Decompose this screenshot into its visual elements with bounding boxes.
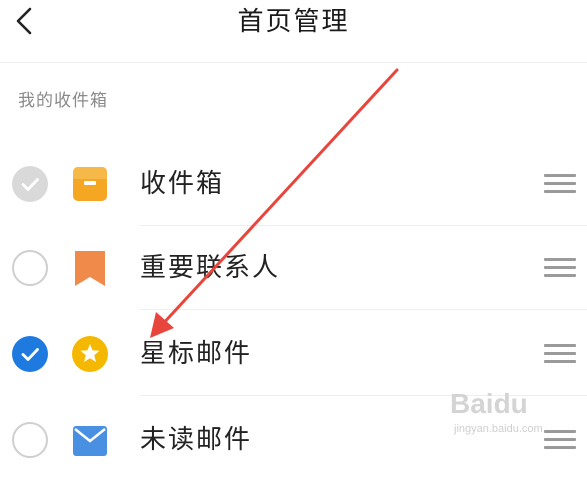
row-label: 未读邮件: [140, 425, 253, 455]
header-bar: 首页管理: [0, 0, 587, 56]
handle-line: [544, 352, 576, 355]
row-label: 收件箱: [140, 169, 225, 199]
checkbox-inbox[interactable]: [12, 166, 48, 202]
list-item-important-contacts: 重要联系人: [0, 226, 587, 310]
handle-line: [544, 182, 576, 185]
list-item-unread-mail: 未读邮件: [0, 398, 587, 482]
drag-handle[interactable]: [544, 172, 576, 196]
section-label: 我的收件箱: [18, 91, 108, 111]
star-circle-icon: [72, 336, 108, 372]
handle-line: [544, 266, 576, 269]
handle-line: [544, 258, 576, 261]
handle-line: [544, 344, 576, 347]
checkbox-important-contacts[interactable]: [12, 250, 48, 286]
handle-line: [544, 174, 576, 177]
handle-line: [544, 430, 576, 433]
handle-line: [544, 190, 576, 193]
page-title: 首页管理: [237, 7, 350, 37]
drag-handle[interactable]: [544, 256, 576, 280]
list-item-starred-mail: 星标邮件: [0, 312, 587, 396]
drag-handle[interactable]: [544, 342, 576, 366]
handle-line: [544, 446, 576, 449]
checkmark-icon: [21, 348, 39, 361]
handle-line: [544, 438, 576, 441]
bookmark-icon: [75, 251, 105, 286]
row-label: 星标邮件: [140, 339, 253, 369]
checkbox-starred-mail[interactable]: [12, 336, 48, 372]
handle-line: [544, 274, 576, 277]
row-divider: [140, 309, 587, 310]
handle-line: [544, 360, 576, 363]
inbox-tray-icon: [73, 167, 107, 201]
checkmark-icon: [21, 178, 39, 191]
list-item-inbox: 收件箱: [0, 142, 587, 226]
envelope-icon: [73, 426, 107, 456]
checkbox-unread-mail[interactable]: [12, 422, 48, 458]
row-divider: [140, 395, 587, 396]
drag-handle[interactable]: [544, 428, 576, 452]
row-label: 重要联系人: [140, 253, 281, 283]
header-divider: [0, 62, 587, 63]
